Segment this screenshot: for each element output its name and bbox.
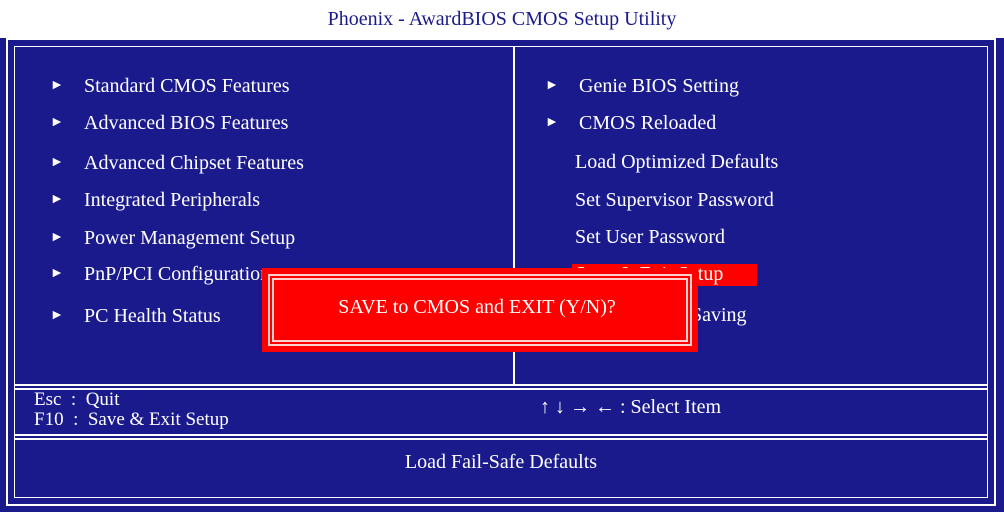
- menu-item-label: PC Health Status: [84, 305, 221, 327]
- right-triangle-icon: ►: [50, 266, 64, 281]
- dialog-message: SAVE to CMOS and EXIT (Y/N)?: [338, 296, 616, 318]
- menu-item-label: Load Optimized Defaults: [575, 151, 779, 173]
- divider-line: [14, 384, 988, 386]
- key-help-esc: Esc : Quit: [34, 389, 120, 410]
- menu-item-label: Standard CMOS Features: [84, 75, 290, 97]
- divider-line: [14, 438, 988, 440]
- menu-item-label: CMOS Reloaded: [579, 112, 717, 134]
- menu-item-label: Power Management Setup: [84, 227, 296, 249]
- right-triangle-icon: ►: [50, 230, 64, 245]
- divider-line: [14, 434, 988, 436]
- key-help-f10: F10 : Save & Exit Setup: [34, 409, 229, 430]
- menu-item-label: Genie BIOS Setting: [579, 75, 739, 97]
- menu-item-label: PnP/PCI Configurations: [84, 263, 278, 285]
- navigation-hint: ↑ ↓ → ← : Select Item: [540, 396, 722, 418]
- right-triangle-icon: ►: [50, 192, 64, 207]
- menu-item-label: Advanced BIOS Features: [84, 112, 289, 134]
- right-triangle-icon: ►: [50, 78, 64, 93]
- right-triangle-icon: ►: [50, 155, 64, 170]
- menu-item-label: Set Supervisor Password: [575, 189, 774, 211]
- menu-item-label: Saving: [691, 304, 747, 326]
- menu-item-label: Integrated Peripherals: [84, 189, 261, 211]
- menu-item-label: Advanced Chipset Features: [84, 152, 304, 174]
- right-triangle-icon: ►: [545, 115, 559, 130]
- right-triangle-icon: ►: [50, 115, 64, 130]
- menu-item-label: Set User Password: [575, 226, 725, 248]
- window-title: Phoenix - AwardBIOS CMOS Setup Utility: [0, 0, 1004, 38]
- confirm-dialog[interactable]: SAVE to CMOS and EXIT (Y/N)?: [262, 268, 698, 352]
- right-triangle-icon: ►: [50, 308, 64, 323]
- right-triangle-icon: ►: [545, 78, 559, 93]
- key-help: Esc : Quit F10 : Save & Exit Setup: [34, 390, 229, 430]
- status-line: Load Fail-Safe Defaults: [404, 451, 598, 473]
